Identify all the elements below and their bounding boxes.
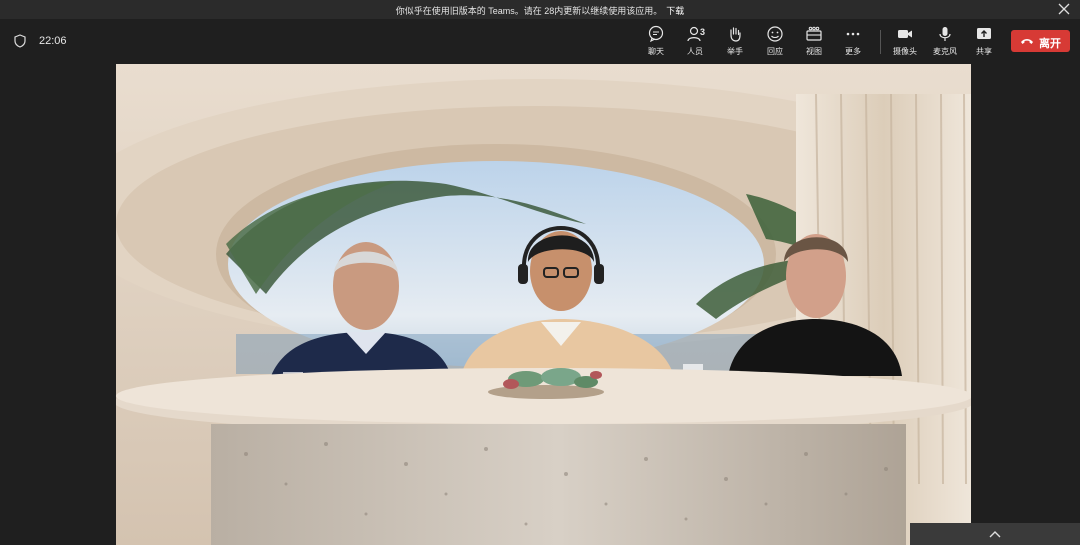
meeting-toolbar: 22:06 聊天 3 人员 举手 回应 视图 更多 摄像头 麦克风 共享 离开 [0,19,1080,64]
close-icon[interactable] [1056,1,1072,17]
toolbar-divider [880,30,881,54]
camera-button[interactable]: 摄像头 [886,25,924,59]
self-view-collapsed[interactable] [910,523,1080,545]
hang-up-icon [1021,39,1033,44]
smile-icon [767,26,783,42]
raise-hand-label: 举手 [727,47,743,56]
more-icon [846,32,860,36]
shield-icon [14,34,26,48]
video-stage [116,64,971,545]
more-button[interactable]: 更多 [834,25,872,59]
view-button[interactable]: 视图 [795,25,833,59]
chat-icon [648,25,664,43]
microphone-icon [939,27,951,41]
update-notice: 你似乎在使用旧版本的 Teams。请在 28内更新以继续使用该应用。 下载 [0,4,1080,17]
update-notice-text: 你似乎在使用旧版本的 Teams。请在 28内更新以继续使用该应用。 [395,6,663,16]
share-label: 共享 [976,47,992,56]
camera-icon [898,30,912,38]
raise-hand-button[interactable]: 举手 [716,25,754,59]
view-label: 视图 [806,47,822,56]
chat-button[interactable]: 聊天 [637,25,675,59]
mic-button[interactable]: 麦克风 [926,25,964,59]
leave-button[interactable]: 离开 [1011,30,1070,52]
share-icon [977,28,991,39]
mic-label: 麦克风 [933,47,957,56]
leave-label: 离开 [1039,38,1061,50]
share-button[interactable]: 共享 [965,25,1003,59]
update-notice-bar: 你似乎在使用旧版本的 Teams。请在 28内更新以继续使用该应用。 下载 [0,0,1080,19]
react-label: 回应 [767,47,783,56]
meeting-timer: 22:06 [39,35,67,47]
together-mode-scene [116,64,971,545]
people-count: 3 [700,27,706,37]
chat-label: 聊天 [648,47,664,56]
download-link[interactable]: 下载 [666,6,684,16]
people-label: 人员 [687,47,703,56]
react-button[interactable]: 回应 [756,25,794,59]
chevron-up-icon [989,531,1001,538]
more-label: 更多 [845,47,861,56]
camera-label: 摄像头 [893,47,917,56]
hand-icon [730,27,741,42]
people-button[interactable]: 3 人员 [676,25,714,59]
view-icon [806,26,822,41]
